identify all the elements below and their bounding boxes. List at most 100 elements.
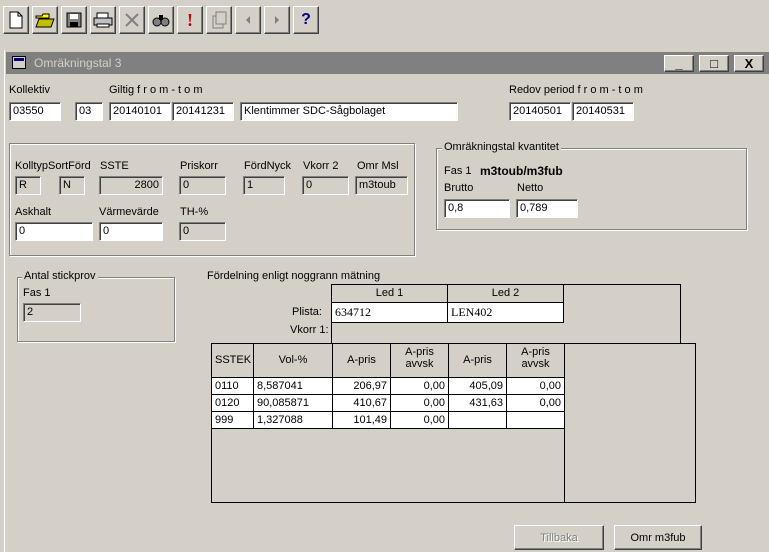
tillbaka-label: Tillbaka bbox=[540, 531, 578, 544]
delete-button[interactable] bbox=[119, 6, 145, 34]
sortford-label: SortFörd bbox=[48, 160, 91, 172]
close-button[interactable]: X bbox=[734, 55, 764, 72]
plista-led1-cell[interactable]: 634712 bbox=[332, 303, 448, 323]
table-cell[interactable]: 0,00 bbox=[391, 378, 449, 395]
table-cell[interactable]: 8,587041 bbox=[254, 378, 333, 395]
table-cell[interactable]: 405,09 bbox=[449, 378, 507, 395]
led1-header: Led 1 bbox=[332, 285, 448, 303]
copy-icon bbox=[212, 11, 227, 29]
col-header-apris-avvsk2: A-pris avvsk bbox=[507, 344, 565, 378]
omr-m3fub-button[interactable]: Omr m3fub bbox=[614, 525, 702, 550]
kvantitet-fas-label: Fas 1 bbox=[444, 165, 472, 177]
window-title: Omräkningstal 3 bbox=[34, 56, 122, 70]
varmevarde-field[interactable]: 0 bbox=[99, 222, 163, 241]
plista-label: Plista: bbox=[292, 306, 322, 318]
askhalt-field[interactable]: 0 bbox=[15, 222, 93, 241]
col-header-apris2: A-pris bbox=[449, 344, 507, 378]
giltig-from-field[interactable]: 20140101 bbox=[109, 102, 171, 121]
vkorr2-field: 0 bbox=[302, 176, 349, 195]
help-icon: ? bbox=[301, 11, 311, 28]
omr-m3fub-label: Omr m3fub bbox=[630, 531, 686, 544]
redov-label: Redov period f r o m - t o m bbox=[509, 84, 643, 96]
table-cell[interactable]: 101,49 bbox=[333, 412, 391, 429]
priskorr-field: 0 bbox=[179, 176, 226, 195]
table-cell[interactable]: 0,00 bbox=[507, 395, 565, 412]
fordnyck-field: 1 bbox=[243, 176, 285, 195]
new-icon bbox=[9, 11, 23, 29]
col-header-sstek: SSTEK bbox=[212, 344, 254, 378]
table-cell[interactable]: 999 bbox=[212, 412, 254, 429]
kollektiv-field[interactable]: 03550 bbox=[9, 102, 61, 121]
find-icon bbox=[152, 15, 170, 27]
print-icon bbox=[93, 12, 113, 28]
stickprov-field: 2 bbox=[23, 303, 81, 322]
tillbaka-button[interactable]: Tillbaka bbox=[514, 525, 604, 550]
col-header-vol: Vol-% bbox=[254, 344, 333, 378]
giltig-label: Giltig f r o m - t o m bbox=[109, 84, 203, 96]
prev-icon bbox=[246, 16, 250, 24]
table-cell[interactable]: 0,00 bbox=[391, 412, 449, 429]
kvantitet-legend: Omräkningstal kvantitet bbox=[442, 141, 561, 153]
plista-led2-cell[interactable]: LEN402 bbox=[448, 303, 564, 323]
redov-to-field[interactable]: 20140531 bbox=[572, 102, 634, 121]
fordelning-title: Fördelning enligt noggrann mätning bbox=[207, 270, 381, 282]
description-field[interactable]: Klentimmer SDC-Sågbolaget bbox=[240, 102, 458, 121]
new-button[interactable] bbox=[3, 6, 29, 34]
table-cell[interactable]: 0,00 bbox=[507, 378, 565, 395]
next-icon bbox=[275, 16, 279, 24]
window-icon bbox=[12, 56, 26, 69]
stickprov-fas-label: Fas 1 bbox=[23, 287, 51, 299]
col-header-apris1: A-pris bbox=[333, 344, 391, 378]
alert-icon: ! bbox=[187, 9, 193, 30]
toolbar: ! ? bbox=[0, 0, 769, 40]
table-cell[interactable]: 0110 bbox=[212, 378, 254, 395]
print-button[interactable] bbox=[90, 6, 116, 34]
fordelning-grid: SSTEK Vol-% A-pris A-pris avvsk A-pris A… bbox=[211, 343, 696, 503]
giltig-to-field[interactable]: 20141231 bbox=[172, 102, 234, 121]
redov-from-field[interactable]: 20140501 bbox=[509, 102, 571, 121]
window-titlebar[interactable]: Omräkningstal 3 _ □ X bbox=[6, 52, 769, 74]
netto-field[interactable]: 0,789 bbox=[516, 199, 578, 218]
save-button[interactable] bbox=[61, 6, 87, 34]
brutto-field[interactable]: 0,8 bbox=[444, 199, 510, 218]
kolltyp-label: Kolltyp bbox=[15, 160, 49, 172]
next-button[interactable] bbox=[264, 6, 290, 34]
table-cell[interactable]: 206,97 bbox=[333, 378, 391, 395]
fordnyck-label: FördNyck bbox=[244, 160, 292, 172]
kvantitet-unit: m3toub/m3fub bbox=[480, 164, 563, 178]
table-cell[interactable]: 0120 bbox=[212, 395, 254, 412]
alert-button[interactable]: ! bbox=[177, 6, 203, 34]
table-cell[interactable]: 431,63 bbox=[449, 395, 507, 412]
kolltyp-field: R bbox=[15, 176, 41, 195]
col-header-apris-avvsk1: A-pris avvsk bbox=[391, 344, 449, 378]
sste-field: 2800 bbox=[99, 176, 163, 195]
netto-label: Netto bbox=[517, 182, 544, 194]
askhalt-label: Askhalt bbox=[15, 206, 52, 218]
vkorr1-label: Vkorr 1: bbox=[290, 324, 329, 336]
prev-button[interactable] bbox=[235, 6, 261, 34]
help-button[interactable]: ? bbox=[293, 6, 319, 34]
ommsl-field: m3toub bbox=[355, 176, 408, 195]
sortford-field: N bbox=[59, 176, 85, 195]
save-icon bbox=[66, 12, 82, 28]
table-cell[interactable]: 1,327088 bbox=[254, 412, 333, 429]
table-cell[interactable] bbox=[507, 412, 565, 429]
kollektiv-sub-field[interactable]: 03 bbox=[75, 102, 103, 121]
maximize-icon: □ bbox=[710, 56, 718, 71]
grid-empty-area bbox=[212, 429, 565, 502]
vkorr2-label: Vkorr 2 bbox=[303, 160, 339, 172]
table-cell[interactable]: 90,085871 bbox=[254, 395, 333, 412]
table-cell[interactable]: 0,00 bbox=[391, 395, 449, 412]
delete-icon bbox=[125, 13, 139, 27]
th-label: TH-% bbox=[180, 206, 209, 218]
open-button[interactable] bbox=[32, 6, 58, 34]
find-button[interactable] bbox=[148, 6, 174, 34]
close-icon: X bbox=[744, 56, 754, 71]
table-cell[interactable]: 410,67 bbox=[333, 395, 391, 412]
maximize-button[interactable]: □ bbox=[699, 55, 729, 72]
sste-label: SSTE bbox=[100, 160, 129, 172]
copy-button[interactable] bbox=[206, 6, 232, 34]
minimize-button[interactable]: _ bbox=[664, 55, 694, 72]
table-cell[interactable] bbox=[449, 412, 507, 429]
brutto-label: Brutto bbox=[444, 182, 474, 194]
